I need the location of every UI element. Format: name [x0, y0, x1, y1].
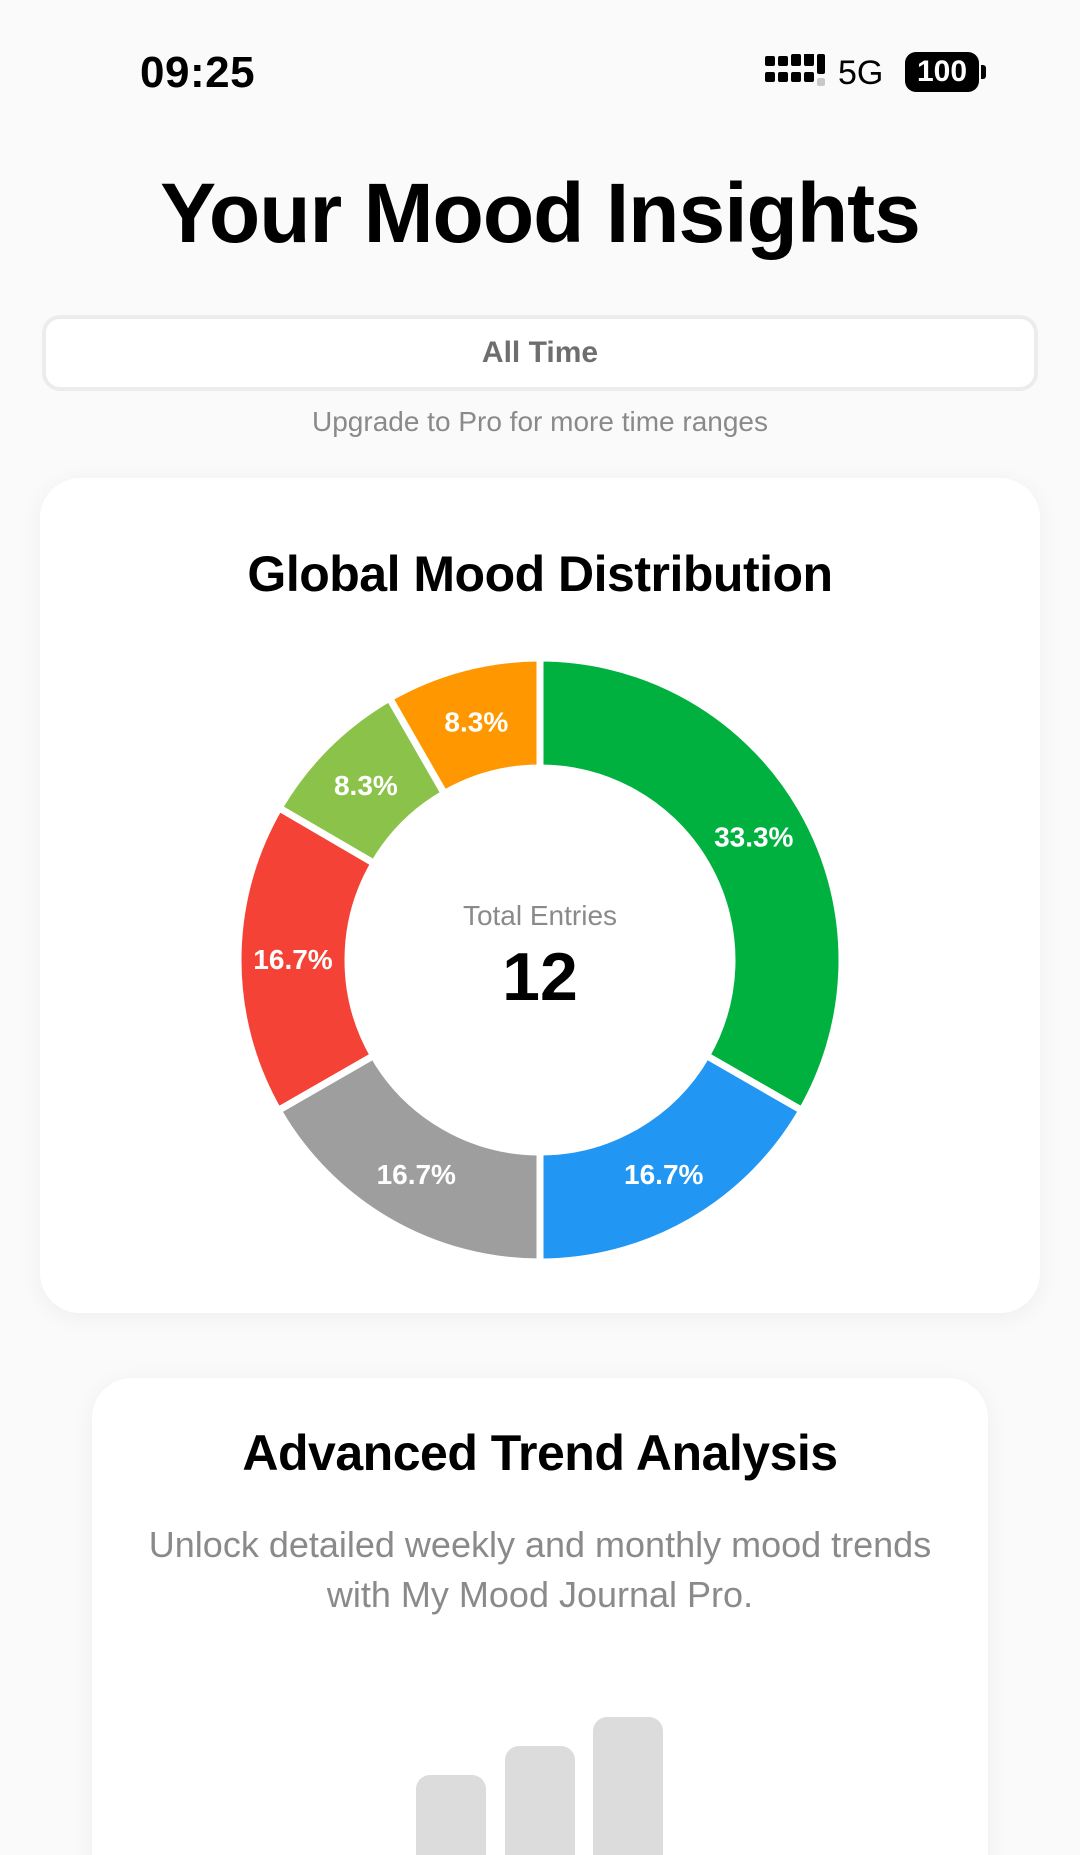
trend-bar-tall — [593, 1717, 663, 1855]
trend-bar-medium — [505, 1746, 575, 1855]
mood-insights-screen: 09:25 5G 100 Your Mood Insights All Time… — [0, 0, 1080, 1855]
trend-bar-short — [416, 1775, 486, 1855]
trend-bars-icon — [416, 1717, 663, 1855]
